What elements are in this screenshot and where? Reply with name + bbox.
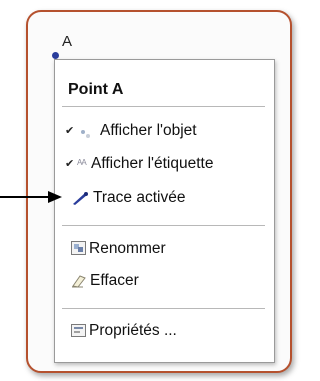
menu-separator bbox=[62, 308, 265, 309]
checkmark-icon: ✔ bbox=[65, 125, 75, 137]
pen-icon bbox=[71, 190, 89, 206]
annotation-arrow-line bbox=[0, 196, 50, 198]
point-a[interactable] bbox=[52, 52, 59, 59]
menu-item-label: Propriétés ... bbox=[89, 322, 177, 339]
annotation-arrow-icon bbox=[48, 191, 62, 203]
menu-item-label: Renommer bbox=[89, 240, 166, 257]
menu-item-label: Afficher l'étiquette bbox=[91, 155, 214, 172]
menu-separator bbox=[62, 106, 265, 107]
point-label: A bbox=[62, 33, 73, 50]
menu-item-label: Afficher l'objet bbox=[100, 122, 197, 139]
menu-separator bbox=[62, 225, 265, 226]
menu-title: Point A bbox=[68, 81, 124, 98]
show-label-icon: AA bbox=[77, 158, 87, 167]
menu-item-label: Effacer bbox=[90, 272, 139, 289]
eraser-icon bbox=[71, 274, 87, 288]
properties-icon bbox=[71, 324, 86, 337]
menu-item-label: Trace activée bbox=[93, 189, 186, 206]
show-object-icon bbox=[80, 126, 92, 138]
context-menu bbox=[54, 59, 275, 363]
checkmark-icon: ✔ bbox=[65, 158, 75, 170]
rename-icon bbox=[71, 241, 86, 255]
